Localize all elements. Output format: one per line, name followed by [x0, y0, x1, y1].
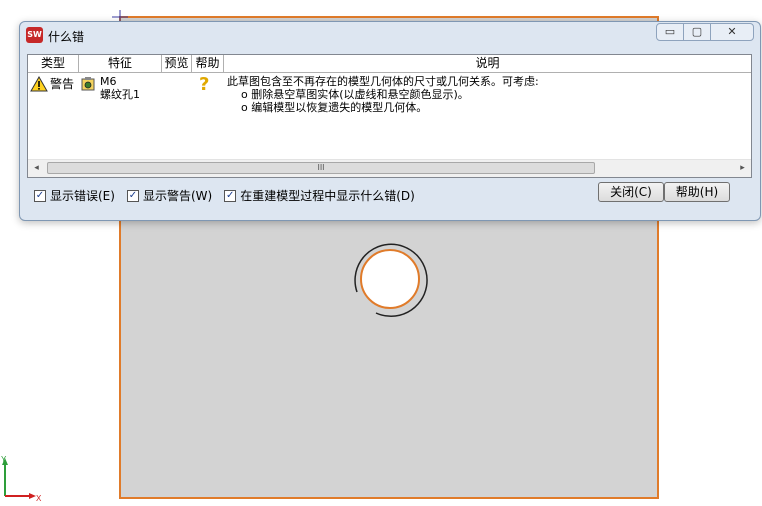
row-feature-name: 螺纹孔1 [100, 88, 140, 101]
warning-icon [30, 76, 48, 92]
help-question-icon[interactable]: ? [199, 74, 209, 95]
show-errors-option[interactable]: ✓ 显示错误(E) [34, 187, 115, 204]
column-header-feature[interactable]: 特征 [79, 55, 162, 72]
dialog-title: 什么错 [48, 30, 85, 44]
row-feature: M6 螺纹孔1 [100, 75, 140, 101]
list-header: 类型 特征 预览 帮助 说明 [28, 55, 751, 73]
help-button[interactable]: 帮助(H) [664, 182, 730, 202]
error-list[interactable]: 类型 特征 预览 帮助 说明 警告 M6 螺纹孔1 ? 此草图包含至不再存在的模… [27, 54, 752, 178]
description-main: 此草图包含至不再存在的模型几何体的尺寸或几何关系。可考虑: [227, 75, 539, 88]
table-row[interactable]: 警告 M6 螺纹孔1 ? 此草图包含至不再存在的模型几何体的尺寸或几何关系。可考… [28, 74, 751, 124]
close-button[interactable]: 关闭(C) [598, 182, 664, 202]
show-warnings-label: 显示警告(W) [142, 189, 213, 203]
horizontal-scrollbar[interactable]: ◂ III ▸ [28, 159, 751, 177]
close-window-button[interactable]: ✕ [710, 23, 754, 41]
hole-wizard-feature-icon [81, 77, 95, 91]
show-on-rebuild-label: 在重建模型过程中显示什么错(D) [240, 189, 415, 203]
column-header-type[interactable]: 类型 [28, 55, 79, 72]
scroll-right-arrow-icon[interactable]: ▸ [734, 160, 751, 177]
column-header-description[interactable]: 说明 [224, 55, 751, 72]
scroll-left-arrow-icon[interactable]: ◂ [28, 160, 45, 177]
whats-wrong-dialog: SW 什么错 ▭ ▢ ✕ 类型 特征 预览 帮助 说明 警告 M6 螺纹孔1 ?… [19, 21, 761, 221]
maximize-button[interactable]: ▢ [683, 23, 711, 41]
column-header-preview[interactable]: 预览 [162, 55, 192, 72]
triad-y-label: Y [1, 455, 7, 464]
show-errors-label: 显示错误(E) [50, 189, 115, 203]
minimize-button[interactable]: ▭ [656, 23, 684, 41]
show-on-rebuild-checkbox[interactable]: ✓ [224, 189, 237, 202]
triad-x-label: X [36, 494, 42, 503]
description-item-edit: o 编辑模型以恢复遗失的模型几何体。 [241, 101, 428, 114]
scrollbar-thumb[interactable]: III [47, 162, 595, 174]
show-errors-checkbox[interactable]: ✓ [34, 189, 46, 202]
row-feature-size: M6 [100, 75, 117, 88]
window-controls: ▭ ▢ ✕ [656, 23, 754, 41]
coordinate-triad: Y X [1, 455, 42, 503]
column-header-help[interactable]: 帮助 [192, 55, 224, 72]
filter-options: ✓ 显示错误(E) ✓ 显示警告(W) ✓ 在重建模型过程中显示什么错(D) [34, 187, 427, 204]
dialog-titlebar[interactable]: SW 什么错 ▭ ▢ ✕ [20, 22, 760, 48]
description-item-delete: o 删除悬空草图实体(以虚线和悬空颜色显示)。 [241, 88, 469, 101]
row-description: 此草图包含至不再存在的模型几何体的尺寸或几何关系。可考虑: o 删除悬空草图实体… [227, 75, 539, 114]
show-warnings-option[interactable]: ✓ 显示警告(W) [126, 187, 213, 204]
show-on-rebuild-option[interactable]: ✓ 在重建模型过程中显示什么错(D) [224, 187, 415, 204]
row-type: 警告 [50, 77, 75, 91]
solidworks-logo-icon: SW [26, 27, 43, 43]
show-warnings-checkbox[interactable]: ✓ [126, 189, 139, 202]
hole-edge-circle[interactable] [360, 249, 420, 309]
